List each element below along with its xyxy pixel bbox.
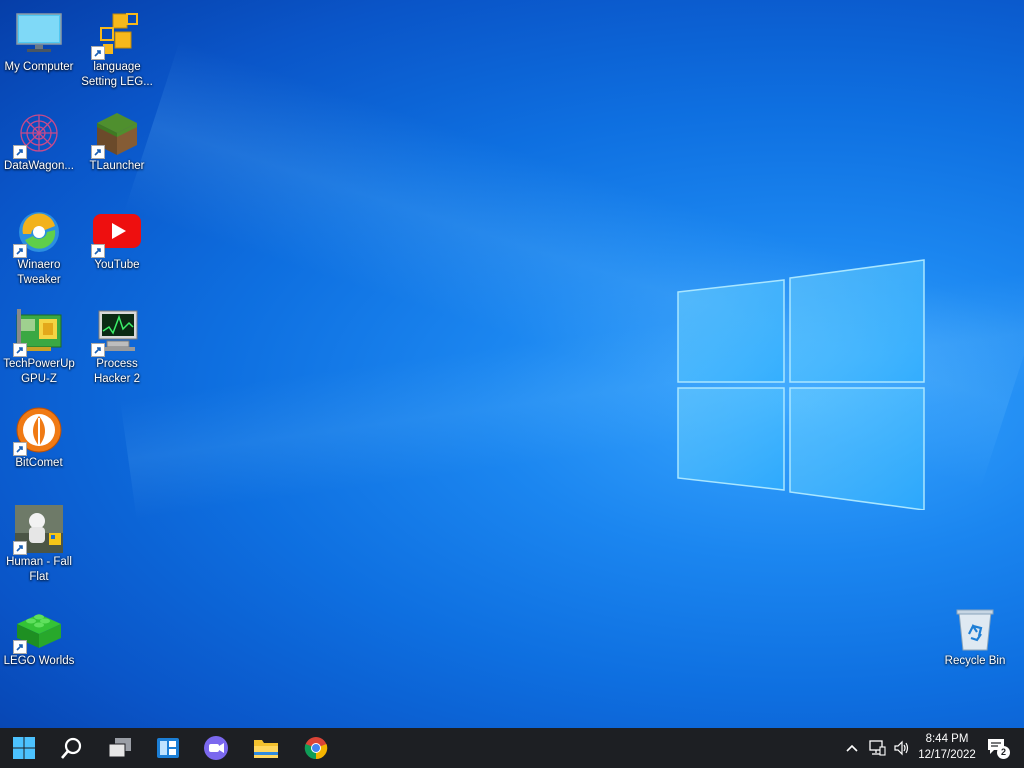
desktop-icon-label: My Computer [4,61,74,73]
desktop-icon-label: language Setting LEG... [81,61,153,88]
search-icon [61,737,82,759]
chrome-icon [304,737,328,760]
language-setting-icon [91,10,141,60]
desktop-icon-label: DataWagon... [4,160,74,172]
desktop-icon-label: LEGO Worlds [3,655,75,667]
start-button[interactable] [0,728,48,768]
show-hidden-icons-button[interactable] [840,728,864,768]
file-explorer-button[interactable] [242,728,290,768]
chrome-button[interactable] [292,728,340,768]
widgets-icon [157,738,179,758]
recycle-bin-icon [951,604,999,652]
task-view-icon [108,738,131,758]
process-hacker-icon [91,307,141,357]
desktop-icon-language-setting[interactable]: language Setting LEG... [78,2,156,90]
desktop-icon-bitcomet[interactable]: BitComet [0,398,78,471]
desktop-icon-process-hacker[interactable]: Process Hacker 2 [78,299,156,387]
network-icon [869,740,886,756]
desktop-icon-recycle-bin[interactable]: Recycle Bin [936,596,1014,669]
desktop-icon-tlauncher[interactable]: TLauncher [78,101,156,174]
gpu-z-icon [13,307,63,357]
network-button[interactable] [864,728,890,768]
chat-button[interactable] [192,728,240,768]
volume-icon [894,740,909,756]
file-explorer-icon [254,740,278,758]
windows-logo-wallpaper [677,259,925,510]
youtube-icon [91,208,141,258]
shortcut-arrow-icon [91,343,105,357]
desktop-icon-human-fall-flat[interactable]: Human - Fall Flat [0,497,78,585]
chevron-up-icon [846,744,858,752]
clock[interactable]: 8:44 PM 12/17/2022 [912,731,982,763]
clock-date: 12/17/2022 [918,749,976,761]
desktop-icon-gpu-z[interactable]: TechPowerUp GPU-Z [0,299,78,387]
desktop-icon-lego-worlds[interactable]: LEGO Worlds [0,596,78,669]
desktop-icon-label: Winaero Tweaker [17,259,61,286]
shortcut-arrow-icon [13,442,27,456]
desktop-icon-youtube[interactable]: YouTube [78,200,156,273]
shortcut-arrow-icon [13,640,27,654]
datawagon-icon [13,109,63,159]
desktop-icon-datawagon[interactable]: DataWagon... [0,101,78,174]
desktop-icon-label: YouTube [94,259,140,271]
tlauncher-icon [91,109,141,159]
notification-center-button[interactable]: 2 [982,728,1014,768]
human-fall-flat-icon [13,505,63,555]
desktop[interactable]: My Computer language Setting LEG... Data… [0,0,1024,728]
lego-worlds-icon [13,604,63,654]
desktop-icon-winaero-tweaker[interactable]: Winaero Tweaker [0,200,78,288]
monitor-icon [15,10,63,58]
notification-count-badge: 2 [997,746,1010,759]
task-view-button[interactable] [96,728,144,768]
taskbar: 8:44 PM 12/17/2022 2 [0,728,1024,768]
bitcomet-icon [13,406,63,456]
shortcut-arrow-icon [13,343,27,357]
desktop-icon-label: TLauncher [89,160,145,172]
shortcut-arrow-icon [13,541,27,555]
desktop-icon-label: BitComet [15,457,63,469]
desktop-icon-label: Human - Fall Flat [6,556,72,583]
desktop-icon-my-computer[interactable]: My Computer [0,2,78,75]
volume-button[interactable] [890,728,914,768]
search-button[interactable] [48,728,96,768]
start-icon [13,737,35,759]
shortcut-arrow-icon [91,46,105,60]
widgets-button[interactable] [144,728,192,768]
shortcut-arrow-icon [91,145,105,159]
desktop-icon-label: Recycle Bin [944,655,1006,667]
shortcut-arrow-icon [91,244,105,258]
desktop-icon-label: TechPowerUp GPU-Z [3,358,75,385]
shortcut-arrow-icon [13,244,27,258]
winaero-tweaker-icon [13,208,63,258]
desktop-icon-label: Process Hacker 2 [93,358,141,385]
shortcut-arrow-icon [13,145,27,159]
chat-icon [204,736,228,760]
clock-time: 8:44 PM [925,733,969,745]
